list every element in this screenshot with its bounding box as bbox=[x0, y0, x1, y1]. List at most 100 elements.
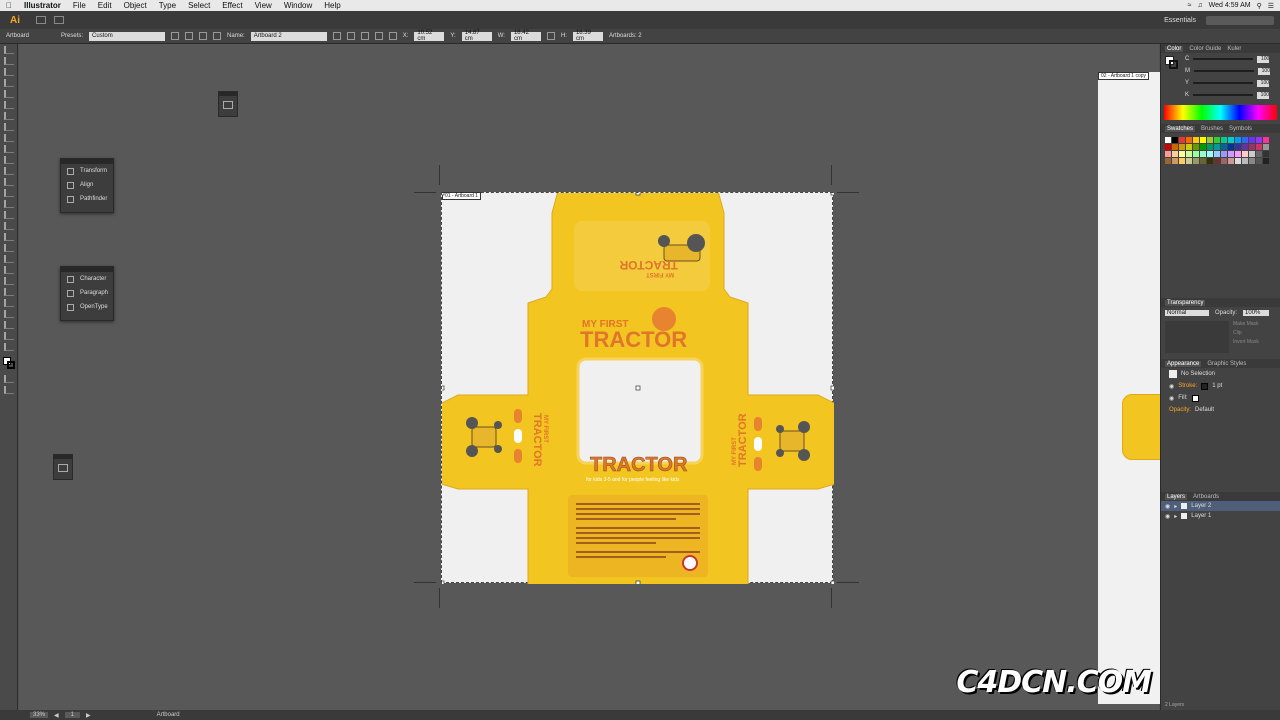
portrait-icon[interactable] bbox=[171, 32, 180, 40]
appearance-stroke-row[interactable]: ◉ Stroke: 1 pt bbox=[1161, 380, 1280, 392]
swatch[interactable] bbox=[1172, 144, 1178, 150]
artboard-2-label[interactable]: 02 - Artboard 1 copy bbox=[1098, 72, 1150, 80]
zoom-tool-icon[interactable] bbox=[4, 343, 14, 351]
swatch[interactable] bbox=[1214, 144, 1220, 150]
swatch[interactable] bbox=[1179, 137, 1185, 143]
swatch[interactable] bbox=[1214, 137, 1220, 143]
tab-color-guide[interactable]: Color Guide bbox=[1189, 46, 1221, 52]
reference-point-icon[interactable] bbox=[388, 32, 397, 40]
symbol-sprayer-tool-icon[interactable] bbox=[4, 288, 14, 296]
rotate-tool-icon[interactable] bbox=[4, 178, 14, 186]
panel-character[interactable]: Character bbox=[61, 272, 113, 286]
artboard-1[interactable]: 01 - Artboard 1 MY FIRST TRACTOR TRACTOR… bbox=[441, 192, 834, 584]
opacity-input[interactable]: 100% bbox=[1243, 310, 1270, 316]
artboard-name-input[interactable]: Artboard 2 bbox=[250, 31, 327, 41]
expand-icon[interactable]: ▸ bbox=[1174, 503, 1177, 510]
swatch[interactable] bbox=[1207, 144, 1213, 150]
hand-tool-icon[interactable] bbox=[4, 332, 14, 340]
perspective-grid-tool-icon[interactable] bbox=[4, 233, 14, 241]
swatch-grid[interactable] bbox=[1161, 133, 1280, 168]
menu-object[interactable]: Object bbox=[118, 1, 153, 10]
fill-stroke-icon[interactable] bbox=[3, 357, 15, 369]
black-slider[interactable]: K 100 bbox=[1161, 89, 1280, 101]
swatch[interactable] bbox=[1221, 158, 1227, 164]
swatch[interactable] bbox=[1263, 151, 1269, 157]
y-input[interactable]: 14.87 cm bbox=[461, 30, 492, 42]
prev-artboard-button[interactable]: ◀ bbox=[54, 712, 59, 719]
lasso-tool-icon[interactable] bbox=[4, 79, 14, 87]
pen-tool-icon[interactable] bbox=[4, 90, 14, 98]
workspace-switcher[interactable]: Essentials bbox=[1164, 17, 1196, 24]
blend-tool-icon[interactable] bbox=[4, 277, 14, 285]
swatch[interactable] bbox=[1165, 144, 1171, 150]
eye-icon[interactable]: ◉ bbox=[1169, 383, 1174, 390]
x-input[interactable]: 10.52 cm bbox=[414, 30, 445, 42]
line-tool-icon[interactable] bbox=[4, 112, 14, 120]
magenta-value[interactable]: 100 bbox=[1258, 67, 1270, 75]
status-mode[interactable]: Artboard bbox=[157, 712, 180, 718]
landscape-icon[interactable] bbox=[185, 32, 194, 40]
eraser-tool-icon[interactable] bbox=[4, 167, 14, 175]
swatch[interactable] bbox=[1200, 158, 1206, 164]
swatch[interactable] bbox=[1186, 158, 1192, 164]
swatch[interactable] bbox=[1172, 151, 1178, 157]
arrange-documents-icon[interactable] bbox=[54, 16, 64, 24]
swatch[interactable] bbox=[1256, 158, 1262, 164]
paintbrush-tool-icon[interactable] bbox=[4, 134, 14, 142]
swatch[interactable] bbox=[1200, 144, 1206, 150]
swatch[interactable] bbox=[1235, 137, 1241, 143]
eye-icon[interactable]: ◉ bbox=[1165, 513, 1170, 520]
swatch[interactable] bbox=[1235, 158, 1241, 164]
volume-icon[interactable]: ♫ bbox=[1197, 2, 1202, 9]
layer-row[interactable]: ◉ ▸ Layer 2 bbox=[1161, 501, 1280, 511]
invert-mask-checkbox[interactable]: Invert Mask bbox=[1233, 339, 1259, 345]
tab-appearance[interactable]: Appearance bbox=[1165, 360, 1202, 367]
canvas-workspace[interactable]: Transform Align Pathfinder Character Par… bbox=[19, 44, 1162, 710]
clock[interactable]: Wed 4:59 AM bbox=[1209, 2, 1251, 9]
tab-symbols[interactable]: Symbols bbox=[1229, 126, 1252, 132]
swatch[interactable] bbox=[1263, 137, 1269, 143]
menu-help[interactable]: Help bbox=[318, 1, 346, 10]
bridge-icon[interactable] bbox=[36, 16, 46, 24]
menu-select[interactable]: Select bbox=[182, 1, 216, 10]
swatch[interactable] bbox=[1179, 144, 1185, 150]
shape-builder-tool-icon[interactable] bbox=[4, 222, 14, 230]
color-spectrum[interactable] bbox=[1164, 105, 1277, 120]
rectangle-tool-icon[interactable] bbox=[4, 123, 14, 131]
menu-edit[interactable]: Edit bbox=[92, 1, 118, 10]
direct-selection-tool-icon[interactable] bbox=[4, 57, 14, 65]
swatch[interactable] bbox=[1193, 137, 1199, 143]
swatch[interactable] bbox=[1193, 158, 1199, 164]
draw-mode-icon[interactable] bbox=[4, 375, 14, 383]
swatch[interactable] bbox=[1186, 137, 1192, 143]
zoom-level[interactable]: 33% bbox=[30, 712, 49, 718]
width-tool-icon[interactable] bbox=[4, 200, 14, 208]
swatch[interactable] bbox=[1179, 158, 1185, 164]
search-icon[interactable]: ⚲ bbox=[1257, 2, 1262, 10]
wifi-icon[interactable]: ≈ bbox=[1188, 2, 1192, 9]
collapsed-panel-2[interactable] bbox=[53, 454, 73, 480]
menu-effect[interactable]: Effect bbox=[216, 1, 248, 10]
move-with-artboard-icon[interactable] bbox=[332, 32, 341, 40]
mesh-tool-icon[interactable] bbox=[4, 244, 14, 252]
artboard-2[interactable]: 02 - Artboard 1 copy bbox=[1098, 72, 1162, 704]
fill-stroke-icon[interactable] bbox=[1165, 56, 1179, 70]
expand-icon[interactable]: ▸ bbox=[1174, 513, 1177, 520]
swatch[interactable] bbox=[1242, 137, 1248, 143]
swatch[interactable] bbox=[1249, 144, 1255, 150]
menu-view[interactable]: View bbox=[249, 1, 278, 10]
tab-color[interactable]: Color bbox=[1165, 45, 1184, 52]
menu-file[interactable]: File bbox=[67, 1, 92, 10]
artboard-tool-icon[interactable] bbox=[4, 310, 14, 318]
swatch[interactable] bbox=[1242, 158, 1248, 164]
swatch[interactable] bbox=[1228, 158, 1234, 164]
panel-align[interactable]: Align bbox=[61, 178, 113, 192]
artboard-number[interactable]: 1 bbox=[64, 712, 80, 718]
menu-list-icon[interactable]: ☰ bbox=[1268, 2, 1274, 10]
swatch[interactable] bbox=[1228, 144, 1234, 150]
swatch[interactable] bbox=[1200, 137, 1206, 143]
swatch[interactable] bbox=[1256, 151, 1262, 157]
tab-artboards[interactable]: Artboards bbox=[1193, 494, 1219, 500]
scale-tool-icon[interactable] bbox=[4, 189, 14, 197]
swatch[interactable] bbox=[1214, 158, 1220, 164]
